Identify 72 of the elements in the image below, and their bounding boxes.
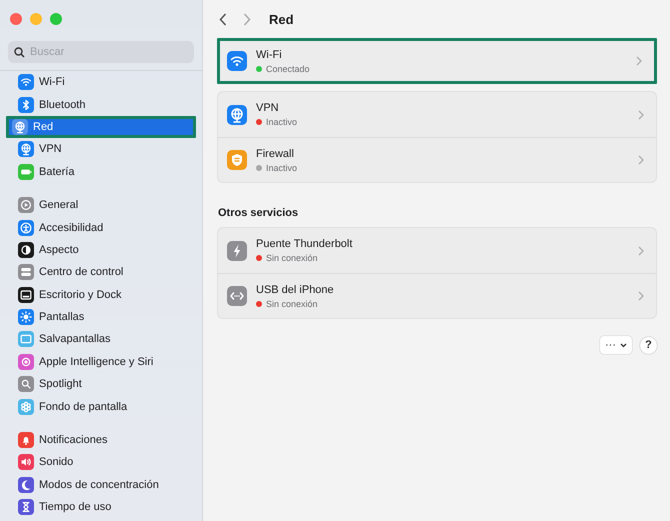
chevron-icon xyxy=(636,56,642,66)
globe-icon xyxy=(18,141,34,158)
network-row[interactable]: Wi-Fi Conectado xyxy=(220,41,654,81)
chevron-icon xyxy=(638,246,644,256)
forward-icon[interactable] xyxy=(243,12,251,26)
sidebar-item[interactable]: Notificaciones xyxy=(6,428,196,452)
status-text: Sin conexión xyxy=(266,253,318,263)
chevron-icon xyxy=(638,155,644,165)
caret-icon xyxy=(620,342,627,348)
network-row[interactable]: USB del iPhone Sin conexión xyxy=(218,273,656,318)
globe-icon xyxy=(227,104,247,124)
code-icon xyxy=(227,286,247,306)
minimize-button[interactable] xyxy=(30,13,42,25)
sidebar-item[interactable]: General xyxy=(6,194,196,216)
more-button[interactable]: ··· xyxy=(600,336,632,354)
section-heading: Otros servicios xyxy=(218,207,300,219)
bell-icon xyxy=(18,432,34,448)
speaker-icon xyxy=(18,454,34,470)
screen-icon xyxy=(18,331,34,348)
help-button[interactable]: ? xyxy=(640,336,657,354)
sidebar-item[interactable]: Accesibilidad xyxy=(6,216,196,239)
sidebar-item[interactable]: VPN xyxy=(6,138,196,161)
wifi-icon xyxy=(18,74,34,90)
zoom-button[interactable] xyxy=(50,13,62,25)
sidebar-item[interactable]: Spotlight xyxy=(6,373,196,396)
sidebar-item[interactable]: Salvapantallas xyxy=(6,328,196,351)
battery-icon xyxy=(18,164,34,180)
service-name: Firewall xyxy=(256,148,295,160)
status-text: Inactivo xyxy=(266,162,298,172)
dock-icon xyxy=(18,286,34,303)
sidebar-item[interactable]: Centro de control xyxy=(6,261,196,284)
status-text: Conectado xyxy=(266,64,310,74)
page-title: Red xyxy=(269,12,294,26)
chevron-icon xyxy=(638,291,644,301)
accessibility-icon xyxy=(18,220,34,236)
sidebar-item[interactable]: Batería xyxy=(6,160,196,183)
search-icon xyxy=(18,376,34,392)
chevron-icon xyxy=(638,110,644,120)
shield-icon xyxy=(227,150,247,170)
moon-icon xyxy=(18,476,34,493)
sidebar-item[interactable]: Escritorio y Dock xyxy=(6,284,196,306)
sidebar-item[interactable]: Apple Intelligence y Siri xyxy=(6,350,196,374)
sidebar-item[interactable]: Red xyxy=(6,116,196,138)
flower-icon xyxy=(18,398,34,415)
service-name: VPN xyxy=(256,102,280,114)
close-button[interactable] xyxy=(10,13,22,25)
sidebar-item[interactable]: Aspecto xyxy=(6,238,196,262)
status-text: Inactivo xyxy=(266,117,298,127)
search-field[interactable]: Buscar xyxy=(8,41,194,63)
sidebar-item[interactable]: Pantallas xyxy=(6,306,196,328)
sidebar-item[interactable]: Fondo de pantalla xyxy=(6,395,196,418)
globe-icon xyxy=(12,118,28,135)
network-row[interactable]: Puente Thunderbolt Sin conexión xyxy=(218,228,656,273)
service-name: Wi-Fi xyxy=(256,48,283,60)
service-name: USB del iPhone xyxy=(256,284,335,296)
sidebar-item[interactable]: Sonido xyxy=(6,451,196,474)
sidebar-item[interactable]: Tiempo de uso xyxy=(6,496,196,518)
sun-icon xyxy=(18,309,34,326)
sidebar-item[interactable]: Modos de concentración xyxy=(6,474,196,496)
status-text: Sin conexión xyxy=(266,298,318,308)
toggles-icon xyxy=(18,264,34,280)
bolt-icon xyxy=(227,240,247,260)
hourglass-icon xyxy=(18,499,34,516)
network-row[interactable]: Firewall Inactivo xyxy=(218,137,656,182)
service-name: Puente Thunderbolt xyxy=(256,238,354,250)
contrast-icon xyxy=(18,242,34,258)
sidebar-item[interactable]: Bluetooth xyxy=(6,93,196,116)
network-row[interactable]: VPN Inactivo xyxy=(218,92,656,137)
back-icon[interactable] xyxy=(219,12,227,26)
wifi-icon xyxy=(227,51,247,71)
sidebar-item[interactable]: Wi-Fi xyxy=(6,71,196,94)
bluetooth-icon xyxy=(18,96,34,113)
